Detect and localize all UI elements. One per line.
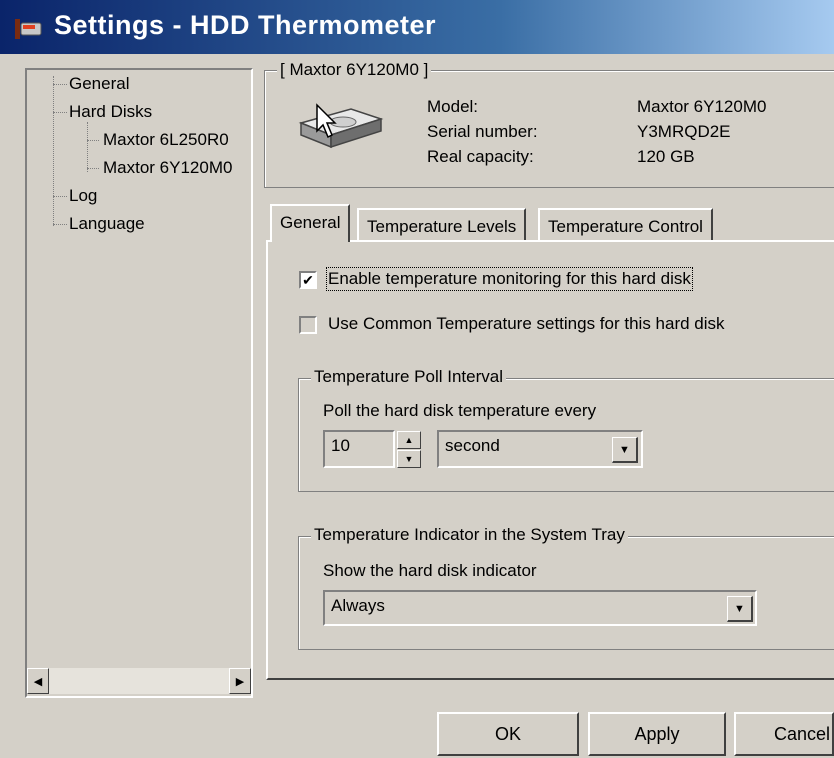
tray-indicator-dropdown-button[interactable]: ▼ [727,596,753,622]
apply-button[interactable]: Apply [588,712,726,756]
serial-number-value: Y3MRQD2E [637,122,731,141]
tree-connector [87,122,88,172]
title-bar[interactable]: Settings - HDD Thermometer [0,0,834,54]
tree-item-log[interactable]: Log [69,186,97,206]
arrow-left-icon: ◀ [33,675,43,688]
serial-number-label: Serial number: [427,122,538,141]
tree-connector [53,224,67,225]
poll-interval-group-title: Temperature Poll Interval [311,367,506,387]
tray-indicator-value: Always [331,596,385,615]
poll-interval-caption: Poll the hard disk temperature every [323,401,597,420]
settings-tree[interactable]: General Hard Disks Maxtor 6L250R0 Maxtor… [25,68,253,698]
scroll-right-button[interactable]: ▶ [229,668,251,694]
tree-connector [53,112,67,113]
model-value: Maxtor 6Y120M0 [637,97,767,116]
tray-indicator-select[interactable]: Always [323,590,757,626]
tab-temperature-levels[interactable]: Temperature Levels [357,208,527,242]
use-common-settings-label[interactable]: Use Common Temperature settings for this… [328,314,725,334]
tray-indicator-group-title: Temperature Indicator in the System Tray [311,525,628,545]
scroll-left-button[interactable]: ◀ [27,668,49,694]
tree-item-maxtor-6l250r0[interactable]: Maxtor 6L250R0 [103,130,229,150]
check-icon: ✔ [302,272,314,288]
use-common-settings-checkbox[interactable] [299,316,317,334]
tray-indicator-caption: Show the hard disk indicator [323,561,537,580]
tree-connector [53,76,54,226]
hard-disk-icon [298,103,384,149]
arrow-up-icon: ▲ [404,435,414,445]
tree-connector [87,168,99,169]
poll-unit-value: second [445,436,500,455]
real-capacity-value: 120 GB [637,147,695,166]
arrow-down-icon: ▼ [404,454,414,464]
arrow-right-icon: ▶ [235,675,245,688]
tree-item-language[interactable]: Language [69,214,145,234]
disk-group-title: [ Maxtor 6Y120M0 ] [277,60,432,80]
spin-up-button[interactable]: ▲ [397,431,421,449]
tree-item-maxtor-6y120m0[interactable]: Maxtor 6Y120M0 [103,158,232,178]
spin-down-button[interactable]: ▼ [397,450,421,468]
cancel-button[interactable]: Cancel [734,712,834,756]
thermometer-icon [15,19,42,39]
tree-item-general[interactable]: General [69,74,129,94]
tab-temperature-control[interactable]: Temperature Control [538,208,713,242]
tab-general[interactable]: General [270,204,351,242]
tree-connector [53,196,67,197]
chevron-down-icon: ▼ [619,443,630,456]
tree-horizontal-scrollbar[interactable]: ◀ ▶ [27,668,251,694]
window-title: Settings - HDD Thermometer [54,10,437,40]
enable-monitoring-label[interactable]: Enable temperature monitoring for this h… [326,267,693,291]
poll-interval-input[interactable]: 10 [323,430,395,468]
model-label: Model: [427,97,479,116]
chevron-down-icon: ▼ [734,602,745,615]
poll-unit-dropdown-button[interactable]: ▼ [612,437,638,463]
real-capacity-label: Real capacity: [427,147,534,166]
tree-connector [87,140,99,141]
tree-connector [53,84,67,85]
tree-item-hard-disks[interactable]: Hard Disks [69,102,152,122]
ok-button[interactable]: OK [437,712,579,756]
disk-info-group: [ Maxtor 6Y120M0 ] Model: Serial number:… [264,60,834,188]
enable-monitoring-checkbox[interactable]: ✔ [299,271,317,289]
